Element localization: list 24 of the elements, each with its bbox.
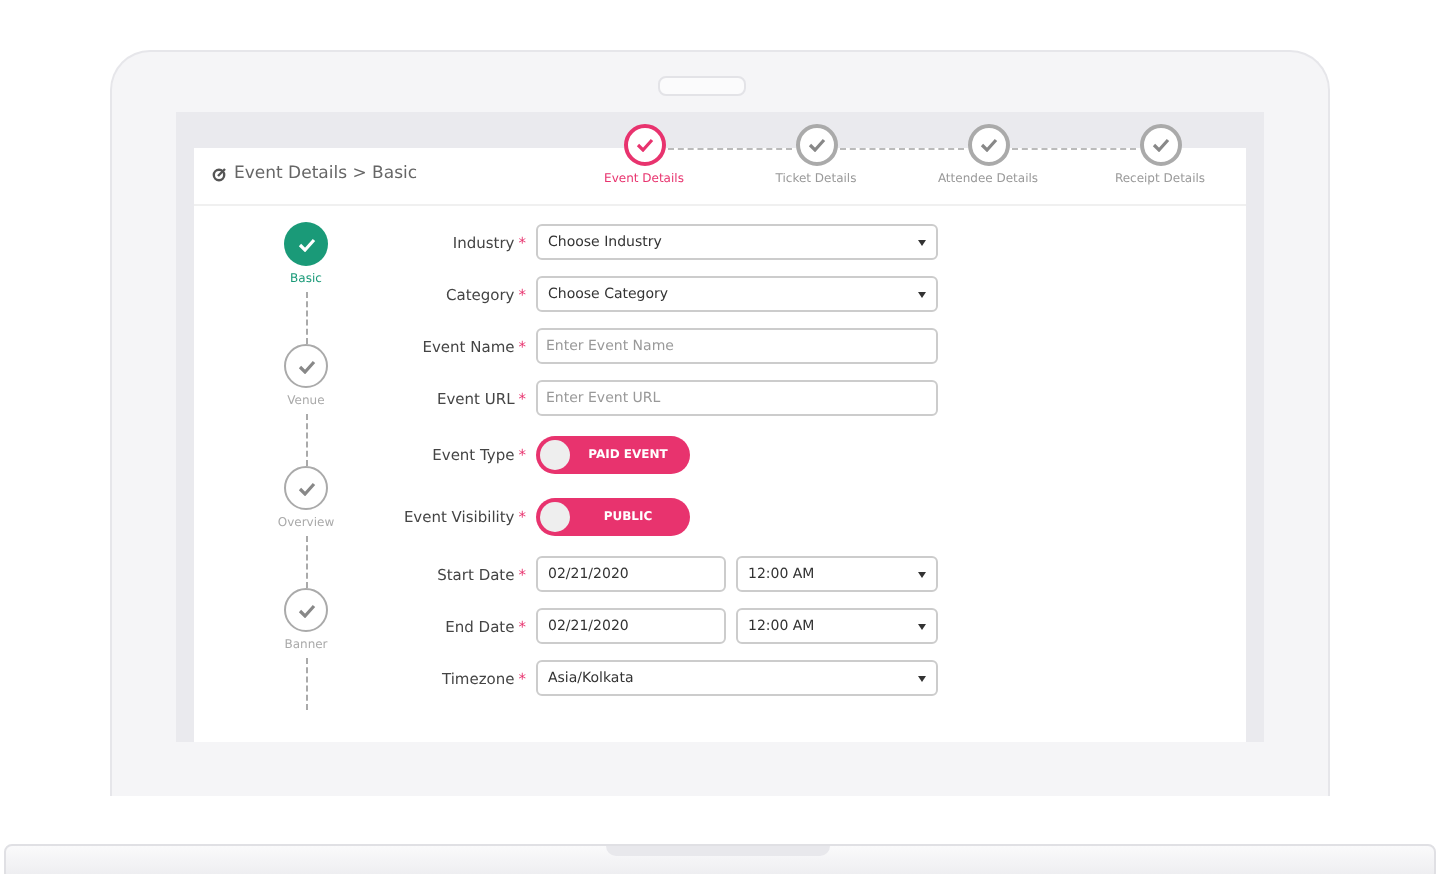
check-icon [979,138,997,152]
step-circle[interactable] [623,124,665,166]
check-icon [297,481,315,495]
check-icon [297,603,315,617]
side-step-circle[interactable] [284,466,328,510]
side-step-circle[interactable] [284,222,328,266]
step-circle[interactable] [1139,124,1181,166]
breadcrumb: Event Details > Basic [234,164,418,184]
caret-icon [918,239,926,245]
caret-icon [918,291,926,297]
step-circle[interactable] [967,124,1009,166]
side-step-circle[interactable] [284,588,328,632]
caret-icon [918,675,926,681]
camera-notch [658,76,746,96]
caret-icon [918,571,926,577]
check-icon [297,359,315,373]
check-icon [1151,138,1169,152]
check-icon [635,138,653,152]
edit-icon [212,167,226,181]
step-circle[interactable] [795,124,837,166]
caret-icon [918,623,926,629]
check-icon [807,138,825,152]
check-icon [297,237,315,251]
side-step-circle[interactable] [284,344,328,388]
